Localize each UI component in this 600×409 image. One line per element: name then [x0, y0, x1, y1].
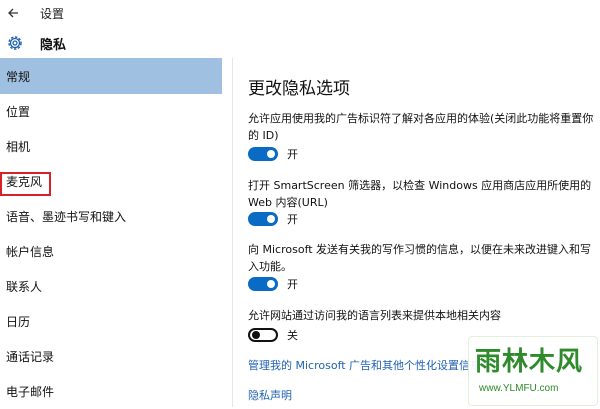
- watermark-logo-text: 雨林木风: [475, 347, 584, 377]
- setting-smartscreen-desc: 打开 SmartScreen 筛选器，以检查 Windows 应用商店应用所使用…: [248, 179, 592, 209]
- setting-writing-habits-desc: 向 Microsoft 发送有关我的写作习惯的信息，以便在未来改进键入和写入功能…: [248, 243, 592, 273]
- privacy-statement-link[interactable]: 隐私声明: [248, 387, 292, 403]
- setting-advertising-id-desc: 允许应用使用我的广告标识符了解对各应用的体验(关闭此功能将重置你的 ID): [248, 112, 594, 142]
- writing-habits-toggle[interactable]: [248, 277, 278, 291]
- sidebar-item-email[interactable]: 电子邮件: [0, 373, 222, 409]
- toggle-knob: [267, 150, 275, 158]
- sidebar-item-label: 位置: [6, 104, 31, 119]
- sidebar-item-label: 电子邮件: [6, 384, 55, 399]
- window-title: 设置: [40, 6, 65, 21]
- toggle-state-label: 开: [287, 278, 298, 291]
- language-list-toggle[interactable]: [248, 328, 278, 342]
- page-header: 隐私: [0, 30, 230, 56]
- watermark-logo: 雨林木风 www.YLMFU.com: [468, 336, 598, 406]
- toggle-knob: [267, 280, 275, 288]
- sidebar-item-label: 帐户信息: [6, 244, 55, 259]
- page-title: 隐私: [40, 37, 67, 53]
- toggle-state-label: 开: [287, 213, 298, 226]
- sidebar: 常规 位置 相机 麦克风 语音、墨迹书写和键入 帐户信息 联系人 日历 通话记录…: [0, 58, 222, 407]
- section-title: 更改隐私选项: [248, 79, 350, 99]
- gear-icon: [6, 34, 24, 52]
- watermark-url: www.YLMFU.com: [479, 383, 559, 394]
- divider: [232, 58, 233, 407]
- sidebar-item-label: 通话记录: [6, 349, 55, 364]
- toggle-knob: [252, 331, 260, 339]
- advertising-id-toggle[interactable]: [248, 147, 278, 161]
- sidebar-item-speech-inking-typing[interactable]: 语音、墨迹书写和键入: [0, 198, 222, 234]
- title-bar: 设置: [0, 0, 600, 26]
- toggle-state-label: 关: [287, 329, 298, 342]
- sidebar-item-label: 日历: [6, 314, 31, 329]
- sidebar-item-label: 相机: [6, 139, 31, 154]
- toggle-knob: [267, 215, 275, 223]
- smartscreen-toggle[interactable]: [248, 212, 278, 226]
- toggle-state-label: 开: [287, 148, 298, 161]
- sidebar-item-label: 联系人: [6, 279, 43, 294]
- setting-language-list-desc: 允许网站通过访问我的语言列表来提供本地相关内容: [248, 309, 501, 322]
- setting-writing-habits: 开: [248, 276, 298, 292]
- sidebar-item-camera[interactable]: 相机: [0, 128, 222, 164]
- sidebar-item-label: 语音、墨迹书写和键入: [6, 209, 127, 224]
- sidebar-item-account-info[interactable]: 帐户信息: [0, 233, 222, 269]
- sidebar-item-label: 常规: [6, 69, 31, 84]
- microphone-highlight-box: [0, 172, 51, 196]
- setting-advertising-id: 开: [248, 146, 298, 162]
- sidebar-item-calendar[interactable]: 日历: [0, 303, 222, 339]
- sidebar-item-location[interactable]: 位置: [0, 93, 222, 129]
- sidebar-item-call-history[interactable]: 通话记录: [0, 338, 222, 374]
- setting-smartscreen: 开: [248, 211, 298, 227]
- arrow-left-icon[interactable]: [0, 0, 26, 26]
- setting-language-list: 关: [248, 327, 298, 343]
- sidebar-item-general[interactable]: 常规: [0, 58, 222, 94]
- manage-ads-link[interactable]: 管理我的 Microsoft 广告和其他个性化设置信息: [248, 357, 481, 373]
- sidebar-item-contacts[interactable]: 联系人: [0, 268, 222, 304]
